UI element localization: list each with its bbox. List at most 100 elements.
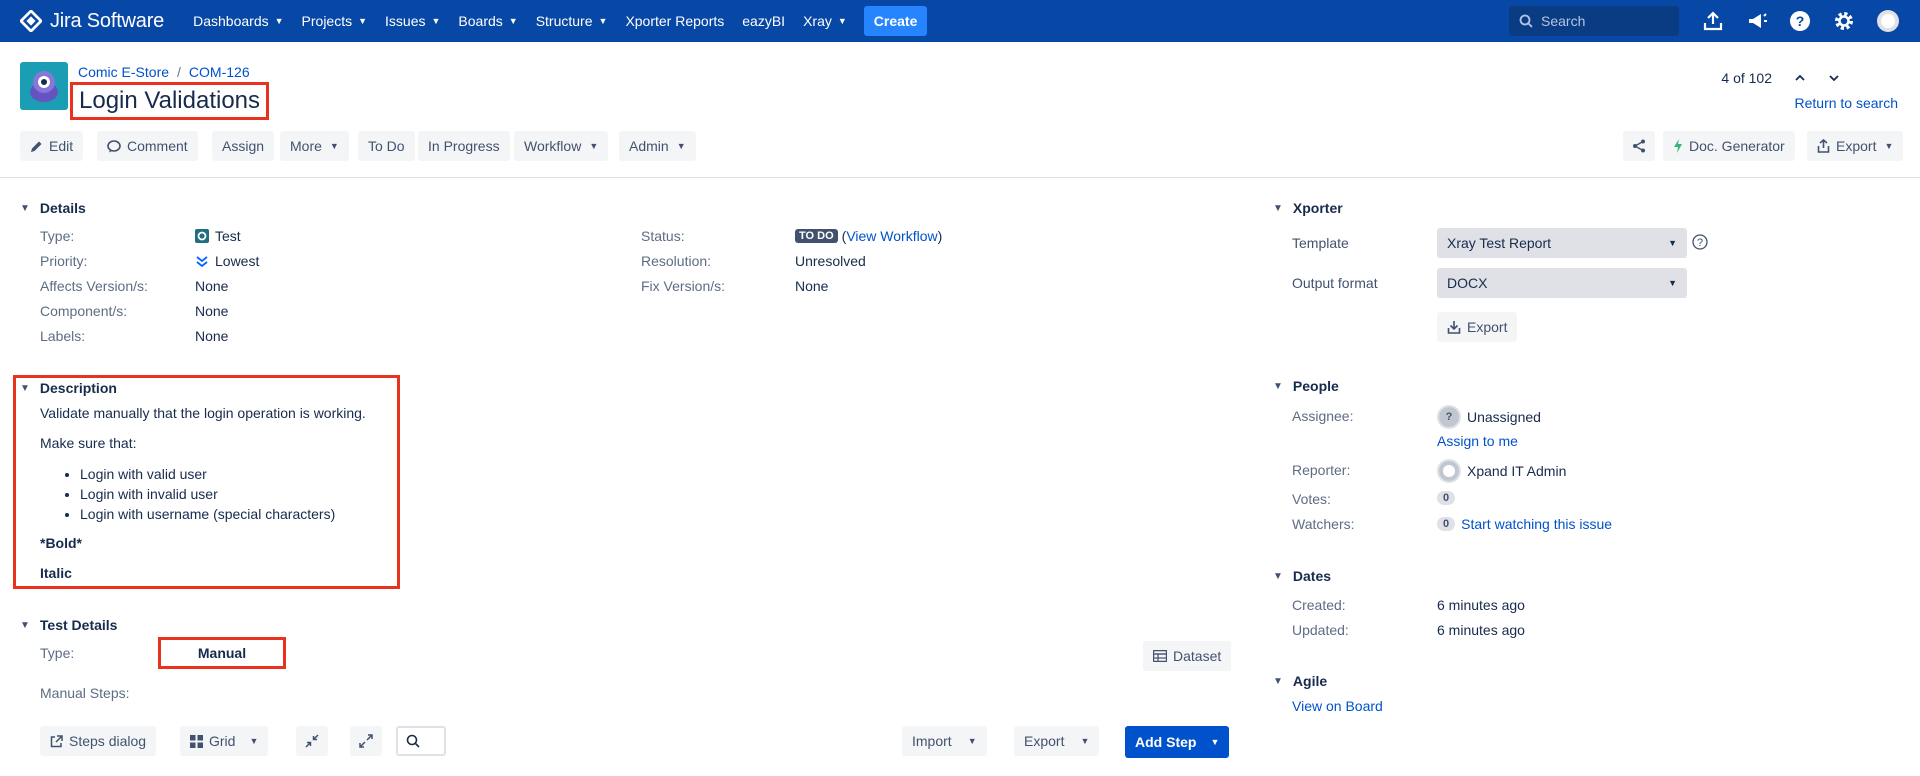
chevron-down-icon: ▼ [1668,278,1677,288]
assign-to-me-link[interactable]: Assign to me [1437,433,1518,449]
export-steps-button[interactable]: Export ▼ [1014,726,1100,756]
votes-label: Votes: [1292,491,1331,507]
more-button[interactable]: More ▼ [280,131,349,161]
priority-label: Priority: [40,253,88,269]
help-icon[interactable]: ? [1788,9,1812,33]
chevron-down-icon: ▼ [676,141,686,151]
button-label: Steps dialog [69,733,147,749]
dataset-button[interactable]: Dataset [1143,641,1232,671]
test-type-value[interactable]: Manual [198,645,246,661]
section-heading: Description [39,380,117,396]
nav-eazybi[interactable]: eazyBI [733,0,794,42]
output-format-label: Output format [1292,275,1378,291]
assign-button[interactable]: Assign [212,131,275,161]
view-workflow-link[interactable]: View Workflow [846,228,937,244]
steps-dialog-button[interactable]: Steps dialog [40,726,157,756]
steps-search-input[interactable] [396,726,446,756]
collapse-icon [305,734,319,748]
priority-value-text: Lowest [215,253,260,269]
agile-section-toggle[interactable]: ▼ Agile [1273,673,1327,689]
grid-view-button[interactable]: Grid ▼ [180,726,269,756]
in-progress-button[interactable]: In Progress [418,131,510,161]
chevron-down-icon[interactable] [1828,71,1840,85]
details-section-toggle[interactable]: ▼ Details [20,200,86,216]
title-highlight: Login Validations [70,82,270,120]
chevron-down-icon: ▼ [431,16,441,26]
return-to-search-link[interactable]: Return to search [1795,95,1899,111]
fix-version-label: Fix Version/s: [641,278,726,294]
description-section-toggle[interactable]: ▼ Description [20,380,117,396]
button-label: Export [1836,138,1877,154]
issue-pager: 4 of 102 [1721,70,1840,86]
workflow-button[interactable]: Workflow ▼ [514,131,609,161]
download-icon [1447,321,1461,334]
jira-logo[interactable]: Jira Software [20,10,164,33]
nav-xporter-reports[interactable]: Xporter Reports [616,0,733,42]
global-search[interactable] [1509,6,1679,36]
list-item: Login with valid user [80,464,335,484]
watchers-value: 0 Start watching this issue [1437,516,1612,532]
type-value: Test [195,228,241,244]
nav-issues[interactable]: Issues ▼ [376,0,449,42]
nav-projects[interactable]: Projects ▼ [293,0,377,42]
gear-icon[interactable] [1832,9,1856,33]
comment-button[interactable]: Comment [97,131,198,161]
chevron-down-icon: ▼ [1273,380,1283,392]
to-do-button[interactable]: To Do [358,131,415,161]
doc-generator-button[interactable]: Doc. Generator [1663,131,1795,161]
xporter-export-button[interactable]: Export [1437,312,1518,342]
nav-boards[interactable]: Boards ▼ [449,0,526,42]
list-item: Login with invalid user [80,484,335,504]
table-icon [1153,650,1167,662]
help-icon[interactable]: ? [1692,234,1708,250]
output-format-select[interactable]: DOCX ▼ [1437,268,1687,298]
nav-dashboards[interactable]: Dashboards ▼ [184,0,292,42]
lowest-priority-icon [196,256,208,268]
dates-section-toggle[interactable]: ▼ Dates [1273,568,1331,584]
component-label: Component/s: [40,303,128,319]
type-label: Type: [40,228,75,244]
megaphone-icon[interactable] [1745,9,1769,33]
test-details-section-toggle[interactable]: ▼ Test Details [20,617,117,633]
chevron-down-icon: ▼ [967,736,977,746]
breadcrumb-separator: / [177,64,181,80]
logo-text: Jira Software [50,9,165,32]
people-section-toggle[interactable]: ▼ People [1273,378,1339,394]
edit-button[interactable]: Edit [20,131,84,161]
breadcrumb-project-link[interactable]: Comic E-Store [78,64,169,80]
unassigned-avatar-icon: ? [1437,405,1461,429]
nav-structure[interactable]: Structure ▼ [527,0,617,42]
upload-icon[interactable] [1701,9,1725,33]
user-avatar-icon[interactable] [1876,9,1900,33]
create-button[interactable]: Create [863,6,928,36]
share-button[interactable] [1623,131,1655,161]
button-label: Doc. Generator [1689,138,1785,154]
share-icon [1633,139,1645,153]
xporter-section-toggle[interactable]: ▼ Xporter [1273,200,1343,216]
manual-steps-label: Manual Steps: [40,685,130,701]
status-badge[interactable]: TO DO [795,229,838,243]
breadcrumb-issue-link[interactable]: COM-126 [189,64,250,80]
page-title[interactable]: Login Validations [79,87,260,115]
open-external-icon [50,734,63,747]
collapse-button[interactable] [296,726,328,756]
template-select[interactable]: Xray Test Report ▼ [1437,228,1687,258]
header-divider [0,177,1920,178]
add-step-button[interactable]: Add Step ▼ [1125,726,1230,758]
chevron-up-icon[interactable] [1794,71,1806,85]
output-format-selected-value: DOCX [1447,275,1488,291]
admin-button[interactable]: Admin ▼ [619,131,696,161]
view-on-board-link[interactable]: View on Board [1292,698,1383,714]
reporter-name[interactable]: Xpand IT Admin [1467,463,1566,479]
project-avatar[interactable] [20,62,68,110]
search-input[interactable] [1541,13,1671,29]
export-button[interactable]: Export ▼ [1807,131,1904,161]
nav-xray[interactable]: Xray ▼ [794,0,856,42]
reporter-label: Reporter: [1292,462,1351,478]
expand-button[interactable] [350,726,382,756]
chevron-down-icon: ▼ [1210,737,1220,747]
start-watching-link[interactable]: Start watching this issue [1461,516,1612,532]
import-steps-button[interactable]: Import ▼ [902,726,987,756]
chevron-down-icon: ▼ [1884,141,1894,151]
chevron-down-icon: ▼ [1273,202,1283,214]
